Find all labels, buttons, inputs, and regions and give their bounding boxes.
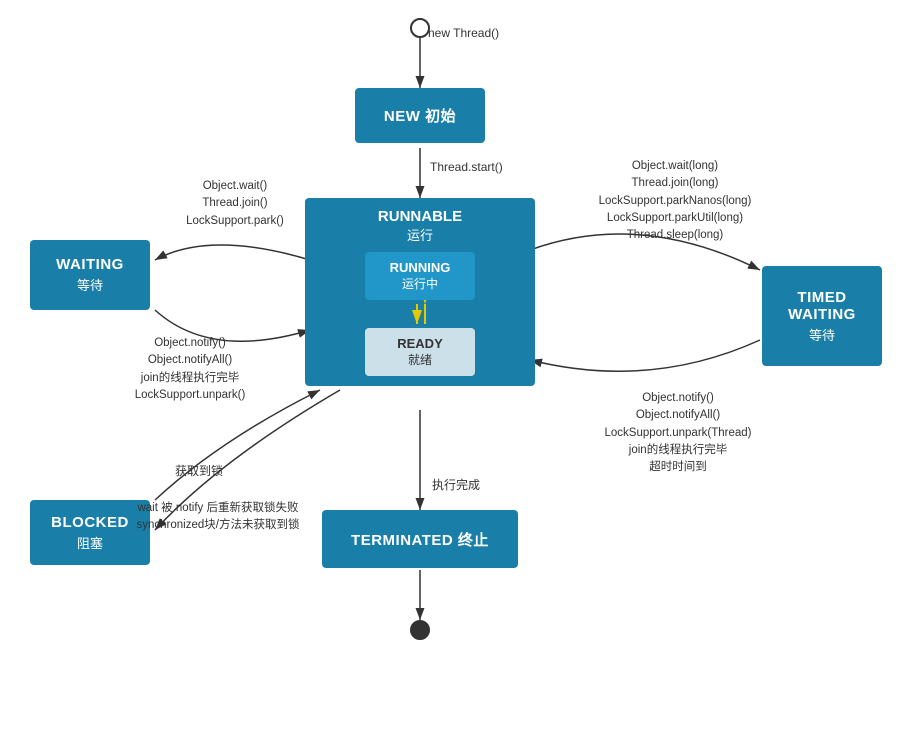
terminated-title: TERMINATED 终止	[351, 529, 489, 550]
state-new-title: NEW 初始	[384, 105, 456, 126]
label-from-waiting: Object.notify() Object.notifyAll() join的…	[90, 335, 290, 404]
final-circle	[410, 620, 430, 640]
inner-arrows	[395, 300, 445, 328]
label-to-blocked: wait 被 notify 后重新获取锁失败 synchronized块/方法未…	[108, 500, 328, 535]
runnable-title: RUNNABLE	[378, 208, 462, 225]
label-from-timed-waiting: Object.notify() Object.notifyAll() LockS…	[568, 390, 788, 476]
state-timed-waiting: TIMED WAITING 等待	[762, 266, 882, 366]
state-waiting: WAITING 等待	[30, 240, 150, 310]
state-runnable: RUNNABLE 运行 RUNNING 运行中	[305, 198, 535, 386]
state-new: NEW 初始	[355, 88, 485, 143]
initial-circle	[410, 18, 430, 38]
ready-title: READY	[373, 336, 467, 351]
timed-waiting-subtitle: 等待	[809, 325, 835, 344]
label-new-thread: new Thread()	[428, 24, 499, 42]
diagram-container: new Thread() NEW 初始 Thread.start() RUNNA…	[0, 0, 913, 730]
ready-subtitle: 就绪	[373, 351, 467, 368]
label-get-lock: 获取到锁	[175, 462, 223, 480]
state-ready: READY 就绪	[365, 328, 475, 376]
running-subtitle: 运行中	[373, 275, 467, 292]
state-running: RUNNING 运行中	[365, 252, 475, 300]
runnable-subtitle: 运行	[407, 225, 433, 244]
blocked-subtitle: 阻塞	[77, 533, 103, 552]
label-terminated: 执行完成	[432, 476, 480, 494]
timed-waiting-title: TIMED WAITING	[788, 289, 856, 323]
waiting-subtitle: 等待	[77, 275, 103, 294]
running-title: RUNNING	[373, 260, 467, 275]
label-to-waiting: Object.wait() Thread.join() LockSupport.…	[155, 178, 315, 230]
label-to-timed-waiting: Object.wait(long) Thread.join(long) Lock…	[565, 158, 785, 244]
state-terminated: TERMINATED 终止	[322, 510, 518, 568]
label-thread-start: Thread.start()	[430, 158, 503, 176]
inner-states: RUNNING 运行中	[365, 252, 475, 376]
waiting-title: WAITING	[56, 256, 124, 273]
